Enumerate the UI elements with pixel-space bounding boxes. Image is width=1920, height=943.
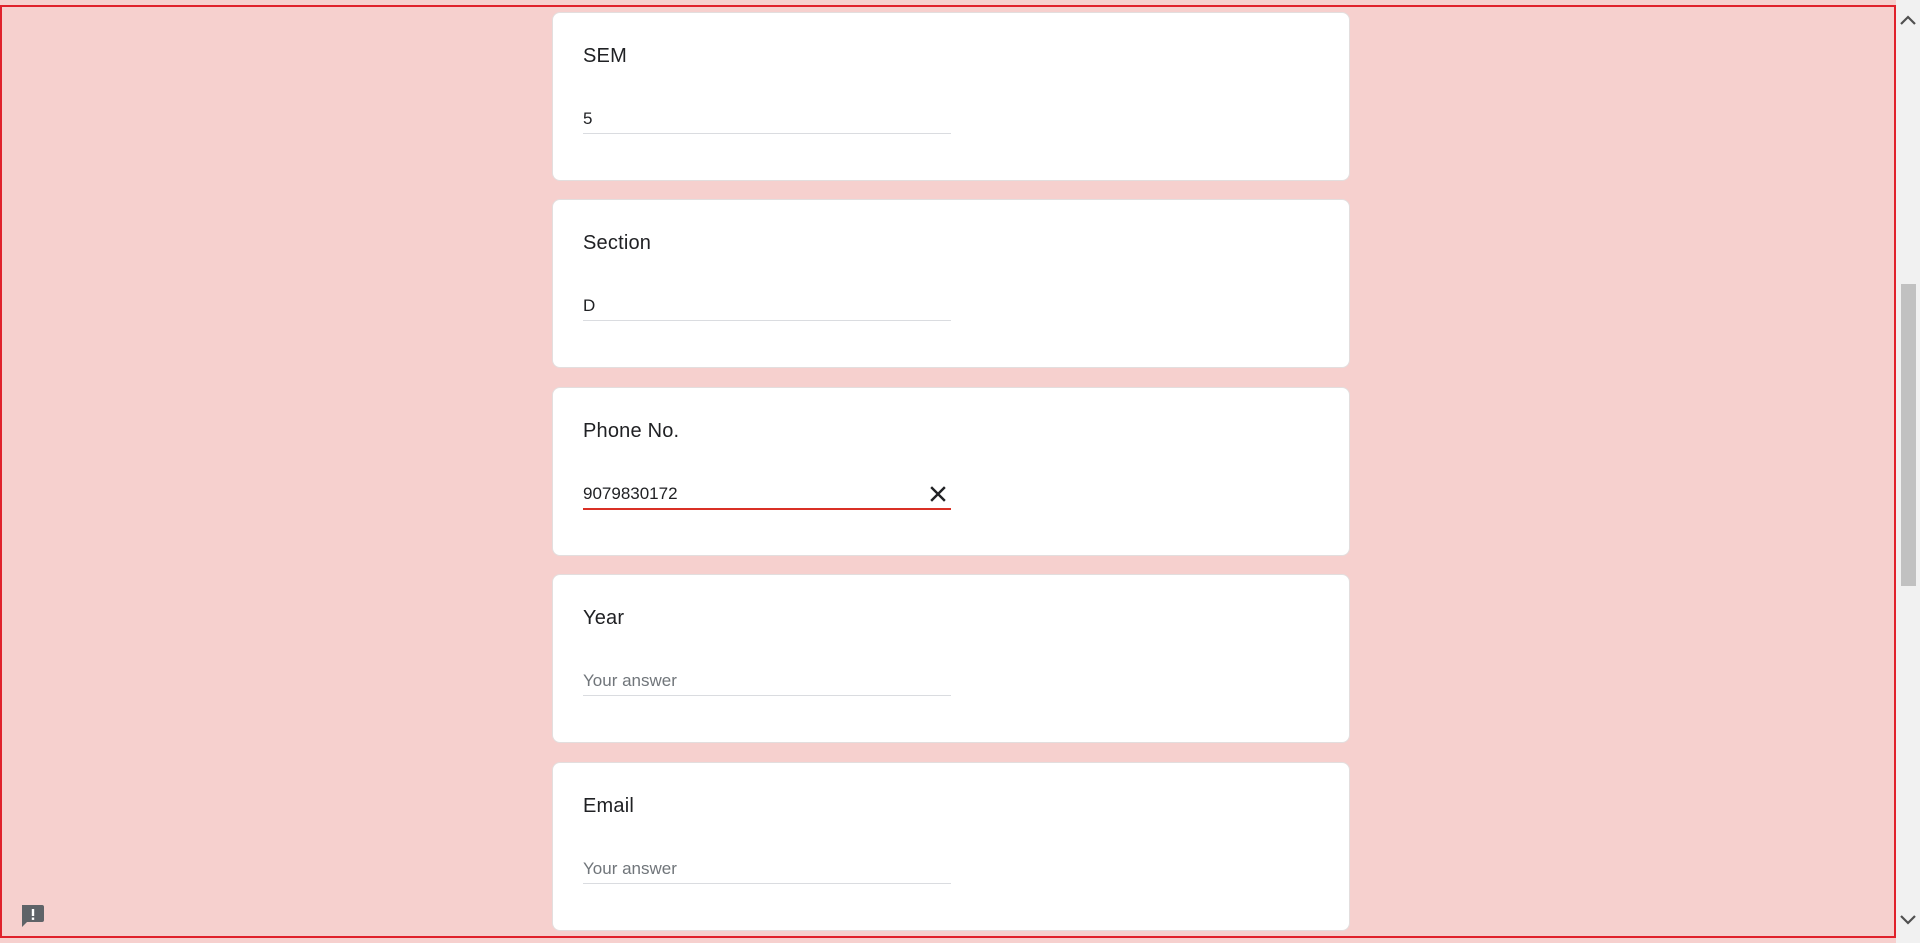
question-title: Section [583, 232, 652, 254]
report-problem-button[interactable] [18, 901, 46, 929]
question-title: Year [583, 607, 625, 629]
question-title: Phone No. [583, 420, 680, 442]
question-card-phone: Phone No. [552, 387, 1350, 556]
chevron-up-icon [1900, 15, 1916, 25]
answer-field-container [583, 857, 951, 884]
form-viewport: SEM Section Phone No. Year Email [0, 5, 1896, 938]
email-input[interactable] [583, 857, 913, 881]
question-title: Email [583, 795, 635, 817]
year-input[interactable] [583, 669, 913, 693]
answer-field-container [583, 669, 951, 696]
section-input[interactable] [583, 294, 913, 318]
answer-field-container [583, 294, 951, 321]
answer-field-container [583, 107, 951, 134]
scroll-down-button[interactable] [1896, 908, 1920, 932]
phone-input[interactable] [583, 482, 913, 506]
answer-field-container [583, 482, 951, 510]
question-card-sem: SEM [552, 12, 1350, 181]
question-title: SEM [583, 45, 627, 67]
question-card-email: Email [552, 762, 1350, 931]
page-scrollbar[interactable] [1896, 0, 1920, 943]
clear-button[interactable] [925, 481, 951, 507]
question-card-year: Year [552, 574, 1350, 743]
question-card-section: Section [552, 199, 1350, 368]
chevron-down-icon [1900, 915, 1916, 925]
report-problem-icon [22, 905, 44, 927]
scrollbar-thumb[interactable] [1901, 284, 1916, 586]
scroll-up-button[interactable] [1896, 8, 1920, 32]
sem-input[interactable] [583, 107, 913, 131]
close-icon [930, 486, 946, 502]
